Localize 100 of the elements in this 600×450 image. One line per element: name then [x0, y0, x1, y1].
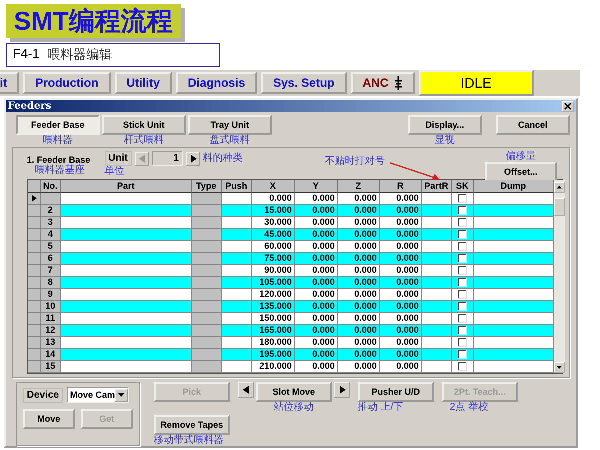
- table-cell[interactable]: 0.000: [380, 277, 422, 289]
- table-cell[interactable]: 0.000: [295, 265, 338, 277]
- table-cell[interactable]: 0.000: [295, 217, 338, 229]
- push-cell[interactable]: [222, 325, 252, 337]
- type-cell[interactable]: [192, 253, 222, 265]
- part-cell[interactable]: [61, 205, 192, 217]
- sk-cell[interactable]: [452, 289, 474, 301]
- dump-cell[interactable]: [474, 265, 554, 277]
- table-cell[interactable]: 0.000: [338, 193, 380, 205]
- remove-tapes-button[interactable]: Remove Tapes: [154, 415, 230, 435]
- type-cell[interactable]: [192, 265, 222, 277]
- table-cell[interactable]: 0.000: [380, 253, 422, 265]
- device-dropdown[interactable]: Move Cam: [67, 387, 130, 403]
- push-cell[interactable]: [222, 361, 252, 373]
- menu-button[interactable]: Sys. Setup: [261, 72, 347, 94]
- push-cell[interactable]: [222, 349, 252, 361]
- table-cell[interactable]: 210.000: [252, 361, 295, 373]
- table-cell[interactable]: 15.000: [252, 205, 295, 217]
- push-cell[interactable]: [222, 253, 252, 265]
- partr-cell[interactable]: [422, 193, 452, 205]
- partr-cell[interactable]: [422, 337, 452, 349]
- table-cell[interactable]: 0.000: [295, 277, 338, 289]
- column-header[interactable]: Dump: [474, 180, 554, 193]
- menu-button[interactable]: ANC: [350, 72, 415, 94]
- checkbox[interactable]: [458, 230, 467, 239]
- table-cell[interactable]: 0.000: [338, 361, 380, 373]
- part-cell[interactable]: [61, 337, 192, 349]
- move-button[interactable]: Move: [23, 409, 75, 429]
- dump-cell[interactable]: [474, 253, 554, 265]
- sk-cell[interactable]: [452, 229, 474, 241]
- sk-cell[interactable]: [452, 205, 474, 217]
- table-cell[interactable]: 105.000: [252, 277, 295, 289]
- display-button[interactable]: Display...: [408, 115, 482, 135]
- part-cell[interactable]: [61, 277, 192, 289]
- table-cell[interactable]: 0.000: [380, 265, 422, 277]
- sk-cell[interactable]: [452, 193, 474, 205]
- offset-button[interactable]: Offset...: [485, 162, 557, 182]
- table-cell[interactable]: 0.000: [380, 301, 422, 313]
- part-cell[interactable]: [61, 229, 192, 241]
- part-cell[interactable]: [61, 313, 192, 325]
- table-cell[interactable]: 0.000: [295, 193, 338, 205]
- table-cell[interactable]: 180.000: [252, 337, 295, 349]
- menu-button[interactable]: Diagnosis: [176, 72, 258, 94]
- table-cell[interactable]: 0.000: [338, 217, 380, 229]
- push-cell[interactable]: [222, 301, 252, 313]
- type-cell[interactable]: [192, 241, 222, 253]
- checkbox[interactable]: [458, 218, 467, 227]
- part-cell[interactable]: [61, 349, 192, 361]
- checkbox[interactable]: [458, 290, 467, 299]
- table-cell[interactable]: 0.000: [338, 277, 380, 289]
- sk-cell[interactable]: [452, 217, 474, 229]
- table-cell[interactable]: 0.000: [380, 193, 422, 205]
- cancel-button[interactable]: Cancel: [496, 115, 570, 135]
- partr-cell[interactable]: [422, 217, 452, 229]
- dump-cell[interactable]: [474, 361, 554, 373]
- column-header[interactable]: Push: [222, 180, 252, 193]
- table-cell[interactable]: 75.000: [252, 253, 295, 265]
- partr-cell[interactable]: [422, 361, 452, 373]
- table-cell[interactable]: 45.000: [252, 229, 295, 241]
- sk-cell[interactable]: [452, 241, 474, 253]
- dump-cell[interactable]: [474, 325, 554, 337]
- checkbox[interactable]: [458, 362, 467, 371]
- partr-cell[interactable]: [422, 277, 452, 289]
- table-cell[interactable]: 0.000: [380, 217, 422, 229]
- table-cell[interactable]: 0.000: [338, 253, 380, 265]
- table-cell[interactable]: 165.000: [252, 325, 295, 337]
- table-cell[interactable]: 0.000: [338, 229, 380, 241]
- part-cell[interactable]: [61, 361, 192, 373]
- table-cell[interactable]: 0.000: [338, 349, 380, 361]
- slot-move-button[interactable]: Slot Move: [256, 382, 332, 402]
- checkbox[interactable]: [458, 314, 467, 323]
- sk-cell[interactable]: [452, 361, 474, 373]
- dump-cell[interactable]: [474, 217, 554, 229]
- sk-cell[interactable]: [452, 325, 474, 337]
- dump-cell[interactable]: [474, 193, 554, 205]
- column-header[interactable]: Y: [295, 180, 338, 193]
- table-cell[interactable]: 0.000: [338, 337, 380, 349]
- next-button[interactable]: [186, 152, 200, 166]
- sk-cell[interactable]: [452, 301, 474, 313]
- partr-cell[interactable]: [422, 325, 452, 337]
- column-header[interactable]: PartR: [422, 180, 452, 193]
- type-cell[interactable]: [192, 349, 222, 361]
- partr-cell[interactable]: [422, 205, 452, 217]
- table-cell[interactable]: 0.000: [380, 313, 422, 325]
- table-cell[interactable]: 0.000: [338, 241, 380, 253]
- partr-cell[interactable]: [422, 289, 452, 301]
- table-cell[interactable]: 0.000: [295, 241, 338, 253]
- dump-cell[interactable]: [474, 289, 554, 301]
- table-cell[interactable]: 0.000: [295, 361, 338, 373]
- part-cell[interactable]: [61, 253, 192, 265]
- table-cell[interactable]: 120.000: [252, 289, 295, 301]
- table-cell[interactable]: 135.000: [252, 301, 295, 313]
- table-cell[interactable]: 0.000: [295, 301, 338, 313]
- table-cell[interactable]: 195.000: [252, 349, 295, 361]
- part-cell[interactable]: [61, 289, 192, 301]
- checkbox[interactable]: [458, 206, 467, 215]
- type-cell[interactable]: [192, 301, 222, 313]
- column-header[interactable]: Type: [192, 180, 222, 193]
- column-header[interactable]: R: [380, 180, 422, 193]
- type-cell[interactable]: [192, 229, 222, 241]
